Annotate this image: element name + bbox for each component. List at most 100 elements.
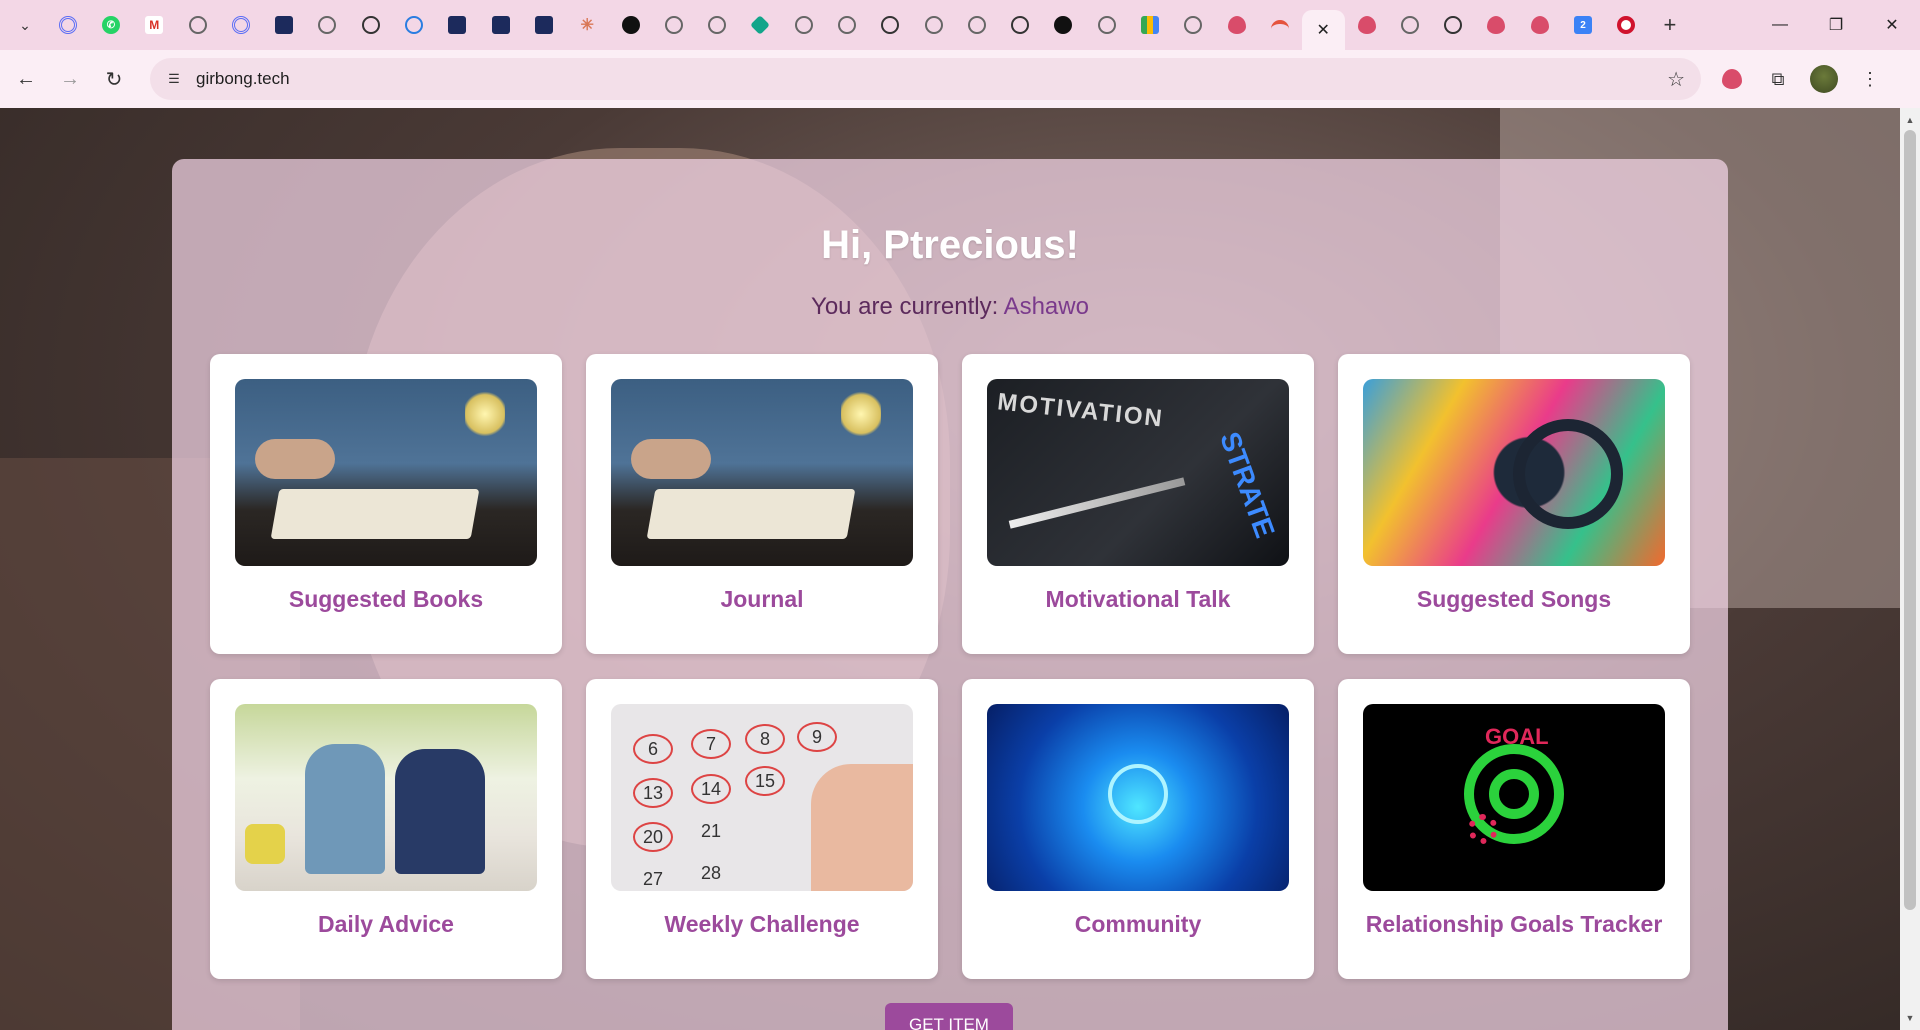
card-image-advice: [235, 704, 537, 891]
strawberry-extension-icon[interactable]: [1712, 59, 1752, 99]
extensions-puzzle-icon[interactable]: ⧉: [1758, 59, 1798, 99]
motivation-image-text: MOTIVATION: [996, 388, 1166, 433]
scroll-thumb[interactable]: [1904, 130, 1916, 910]
profile-avatar[interactable]: [1804, 59, 1844, 99]
globe-icon: [664, 16, 683, 34]
tab[interactable]: [219, 7, 262, 43]
tab[interactable]: [825, 7, 868, 43]
card-image-calendar: 6 7 8 9 13 14 15 20 21 27 28: [611, 704, 913, 891]
tab[interactable]: [1518, 7, 1561, 43]
tab[interactable]: ✆: [89, 7, 132, 43]
tab[interactable]: [869, 7, 912, 43]
tab[interactable]: [1432, 7, 1475, 43]
reload-button[interactable]: ↻: [96, 61, 132, 97]
globe-icon: [794, 16, 813, 34]
status-prefix: You are currently:: [811, 293, 1004, 320]
globe-icon: [1097, 16, 1116, 34]
tab[interactable]: [522, 7, 565, 43]
tab[interactable]: 2: [1561, 7, 1604, 43]
card-title: Community: [1074, 911, 1202, 937]
blue-loop-icon: [405, 16, 424, 34]
card-daily-advice[interactable]: Daily Advice: [210, 679, 562, 979]
globe-icon: [188, 16, 207, 34]
browser-toolbar: ← → ↻ ☰ girbong.tech ☆: [0, 50, 1920, 108]
tab[interactable]: [999, 7, 1042, 43]
close-icon[interactable]: ✕: [1317, 20, 1330, 40]
tab[interactable]: [1215, 7, 1258, 43]
url-text[interactable]: girbong.tech: [196, 69, 290, 89]
get-item-button[interactable]: GET ITEM: [885, 1003, 1013, 1030]
strawberry-icon: [1530, 16, 1549, 34]
globe-icon: [837, 16, 856, 34]
card-relationship-goals-tracker[interactable]: GOAL Relationship Goals Tracker: [1338, 679, 1690, 979]
card-suggested-songs[interactable]: Suggested Songs: [1338, 354, 1690, 654]
scroll-down-arrow-icon[interactable]: ▼: [1900, 1010, 1920, 1026]
card-motivational-talk[interactable]: MOTIVATION STRATE Motivational Talk: [962, 354, 1314, 654]
tab[interactable]: [349, 7, 392, 43]
card-image-journal: [611, 379, 913, 566]
dark-app-icon: [534, 16, 553, 34]
strawberry-icon: [1487, 16, 1506, 34]
scroll-up-arrow-icon[interactable]: ▲: [1900, 112, 1920, 128]
card-suggested-books[interactable]: Suggested Books: [210, 354, 562, 654]
tab[interactable]: [176, 7, 219, 43]
card-title: Relationship Goals Tracker: [1365, 911, 1663, 937]
tab[interactable]: [1345, 7, 1388, 43]
card-title: Suggested Books: [288, 586, 484, 612]
tab[interactable]: [609, 7, 652, 43]
menu-kebab-icon[interactable]: ⋮: [1850, 59, 1890, 99]
site-settings-icon[interactable]: ☰: [164, 69, 184, 89]
tab[interactable]: [782, 7, 825, 43]
tab[interactable]: [46, 7, 89, 43]
forward-button[interactable]: →: [52, 61, 88, 97]
meet-icon: [1141, 16, 1160, 34]
bookmark-star-icon[interactable]: ☆: [1667, 67, 1685, 92]
status-value: Ashawo: [1003, 293, 1089, 320]
globe-icon: [318, 16, 337, 34]
tab[interactable]: [912, 7, 955, 43]
tab[interactable]: [652, 7, 695, 43]
globe-icon: [924, 16, 943, 34]
card-image-community: [987, 704, 1289, 891]
openai-icon: [1011, 16, 1030, 34]
tab[interactable]: [392, 7, 435, 43]
tab[interactable]: [1042, 7, 1085, 43]
card-title: Daily Advice: [318, 911, 454, 937]
tab[interactable]: [479, 7, 522, 43]
card-journal[interactable]: Journal: [586, 354, 938, 654]
tab[interactable]: [306, 7, 349, 43]
tab[interactable]: [1605, 7, 1648, 43]
card-community[interactable]: Community: [962, 679, 1314, 979]
restore-button[interactable]: ❐: [1808, 0, 1864, 50]
tab[interactable]: [1388, 7, 1431, 43]
tab-list: ✆ M ✳ ✕ 2: [46, 0, 1648, 50]
tab-search-chevron-icon[interactable]: ⌄: [9, 9, 41, 41]
tab[interactable]: [436, 7, 479, 43]
status-line: You are currently: Ashawo: [172, 293, 1728, 321]
new-tab-button[interactable]: +: [1654, 9, 1686, 41]
tab[interactable]: M: [133, 7, 176, 43]
rainbow-icon: [1270, 20, 1289, 30]
card-image-motivation: MOTIVATION STRATE: [987, 379, 1289, 566]
tab[interactable]: [1258, 7, 1301, 43]
tab[interactable]: [262, 7, 305, 43]
close-window-button[interactable]: ✕: [1864, 0, 1920, 50]
back-button[interactable]: ←: [8, 61, 44, 97]
tab-active[interactable]: ✕: [1301, 10, 1345, 50]
tab[interactable]: [695, 7, 738, 43]
tab[interactable]: ✳: [566, 7, 609, 43]
strategy-image-text: STRATE: [1214, 427, 1281, 542]
tab[interactable]: [1085, 7, 1128, 43]
tab[interactable]: [1172, 7, 1215, 43]
card-image-goal: GOAL: [1363, 704, 1665, 891]
tab[interactable]: [1128, 7, 1171, 43]
card-weekly-challenge[interactable]: 6 7 8 9 13 14 15 20 21 27 28 Weekly Chal…: [586, 679, 938, 979]
page-scrollbar[interactable]: ▲ ▼: [1900, 108, 1920, 1030]
tab[interactable]: [955, 7, 998, 43]
page-viewport: Hi, Ptrecious! You are currently: Ashawo…: [0, 108, 1900, 1030]
minimize-button[interactable]: —: [1752, 0, 1808, 50]
address-bar[interactable]: ☰ girbong.tech ☆: [150, 58, 1701, 100]
card-title: Journal: [720, 586, 804, 612]
tab[interactable]: [739, 7, 782, 43]
tab[interactable]: [1475, 7, 1518, 43]
